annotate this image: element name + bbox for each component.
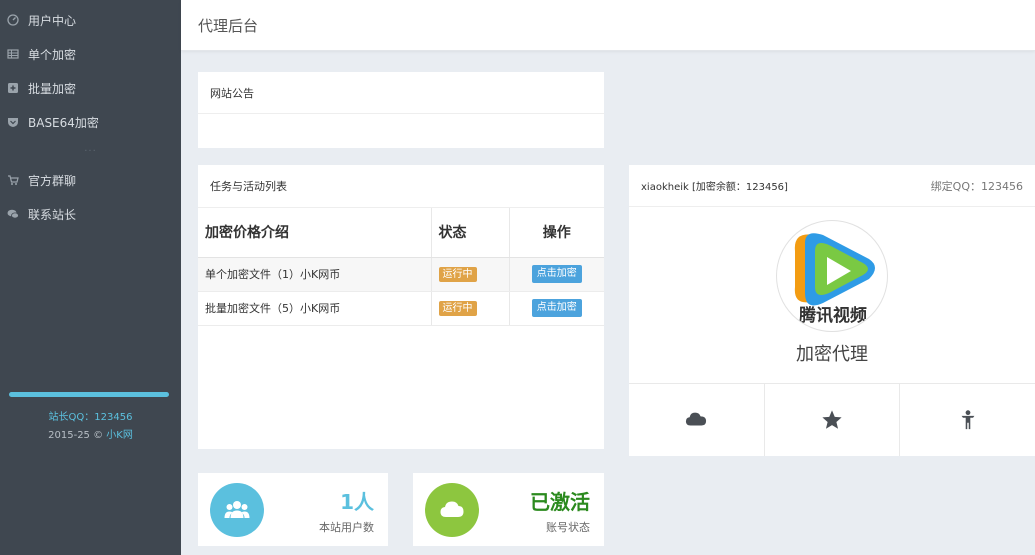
cloud-action-button[interactable] xyxy=(629,384,765,456)
sidebar-item-label: 联系站长 xyxy=(28,207,77,222)
sidebar-item-label: 用户中心 xyxy=(28,13,77,28)
account-status-label: 账号状态 xyxy=(546,521,590,534)
account-status-card: 已激活 账号状态 xyxy=(413,473,604,546)
user-info: xiaokheik [加密余额：123456] xyxy=(641,182,788,193)
notice-panel: 网站公告 xyxy=(198,72,604,148)
tasks-title: 任务与活动列表 xyxy=(198,165,604,208)
task-table: 加密价格介绍 状态 操作 单个加密文件（1）小K网币 运行中 点击加密 批量加密… xyxy=(198,208,604,326)
sidebar-item-batch-encrypt[interactable]: 批量加密 xyxy=(0,71,181,105)
sidebar-item-user-center[interactable]: 用户中心 xyxy=(0,3,181,37)
bound-qq: 绑定QQ：123456 xyxy=(930,179,1023,193)
page-title: 代理后台 xyxy=(198,17,259,35)
user-count-value: 1人 xyxy=(340,490,374,514)
sidebar-item-label: BASE64加密 xyxy=(28,115,99,130)
tencent-video-logo: 腾讯视频 xyxy=(794,233,875,326)
profile-panel: xiaokheik [加密余额：123456] 绑定QQ：123456 腾讯视频… xyxy=(629,165,1035,456)
table-row: 批量加密文件（5）小K网币 运行中 点击加密 xyxy=(198,291,604,326)
dashboard-icon xyxy=(6,14,19,27)
column-header-price: 加密价格介绍 xyxy=(198,208,432,258)
chat-icon xyxy=(6,208,19,221)
users-icon-circle xyxy=(210,483,264,537)
users-icon xyxy=(224,501,250,518)
cloud-icon xyxy=(686,412,707,426)
column-header-status: 状态 xyxy=(431,208,510,258)
user-count-label: 本站用户数 xyxy=(319,521,374,534)
star-icon xyxy=(822,410,842,429)
table-header-row: 加密价格介绍 状态 操作 xyxy=(198,208,604,258)
status-cell: 运行中 xyxy=(431,257,510,292)
cloud-icon xyxy=(440,501,464,517)
profile-actions xyxy=(629,383,1035,456)
user-icon xyxy=(961,410,975,430)
user-count-card: 1人 本站用户数 xyxy=(198,473,388,546)
plus-square-icon xyxy=(6,82,19,95)
sidebar-item-contact-admin[interactable]: 联系站长 xyxy=(0,197,181,231)
sidebar-item-label: 官方群聊 xyxy=(28,173,77,188)
action-cell: 点击加密 xyxy=(509,257,604,292)
sidebar-item-single-encrypt[interactable]: 单个加密 xyxy=(0,37,181,71)
notice-title: 网站公告 xyxy=(198,72,604,114)
role-title: 加密代理 xyxy=(796,344,868,365)
sidebar-item-label: 单个加密 xyxy=(28,47,77,62)
sidebar: 用户中心 单个加密 批量加密 BASE64加密 ··· 官方群聊 联系站长 站长… xyxy=(0,0,181,555)
sidebar-item-base64[interactable]: BASE64加密 xyxy=(0,105,181,139)
star-action-button[interactable] xyxy=(765,384,901,456)
admin-qq: 站长QQ：123456 xyxy=(48,412,133,423)
status-badge: 运行中 xyxy=(438,300,477,316)
task-desc: 批量加密文件（5）小K网币 xyxy=(198,291,432,326)
action-cell: 点击加密 xyxy=(509,291,604,326)
avatar: 腾讯视频 xyxy=(776,220,888,332)
table-icon xyxy=(6,48,19,61)
sidebar-separator: ··· xyxy=(84,145,97,157)
status-badge: 运行中 xyxy=(438,266,477,282)
sidebar-progress-bar xyxy=(9,392,169,397)
table-row: 单个加密文件（1）小K网币 运行中 点击加密 xyxy=(198,257,604,292)
cart-icon xyxy=(6,174,19,187)
encrypt-button[interactable]: 点击加密 xyxy=(531,299,582,317)
header: 代理后台 xyxy=(181,0,1035,51)
avatar-logo-text: 腾讯视频 xyxy=(799,305,867,326)
encrypt-button[interactable]: 点击加密 xyxy=(531,265,582,283)
tasks-panel: 任务与活动列表 加密价格介绍 状态 操作 单个加密文件（1）小K网币 运行中 点… xyxy=(198,165,604,449)
copyright-prefix: 2015-25 © xyxy=(48,430,107,441)
brand-link[interactable]: 小K网 xyxy=(106,430,133,441)
user-action-button[interactable] xyxy=(900,384,1035,456)
profile-header: xiaokheik [加密余额：123456] 绑定QQ：123456 xyxy=(629,165,1035,207)
cloud-icon-circle xyxy=(425,483,479,537)
copyright: 2015-25 © 小K网 xyxy=(0,426,181,441)
status-cell: 运行中 xyxy=(431,291,510,326)
task-desc: 单个加密文件（1）小K网币 xyxy=(198,257,432,292)
sidebar-item-official-group[interactable]: 官方群聊 xyxy=(0,163,181,197)
sidebar-item-label: 批量加密 xyxy=(28,81,77,96)
shield-icon xyxy=(6,116,19,129)
column-header-action: 操作 xyxy=(509,208,604,258)
account-status-value: 已激活 xyxy=(530,490,590,514)
